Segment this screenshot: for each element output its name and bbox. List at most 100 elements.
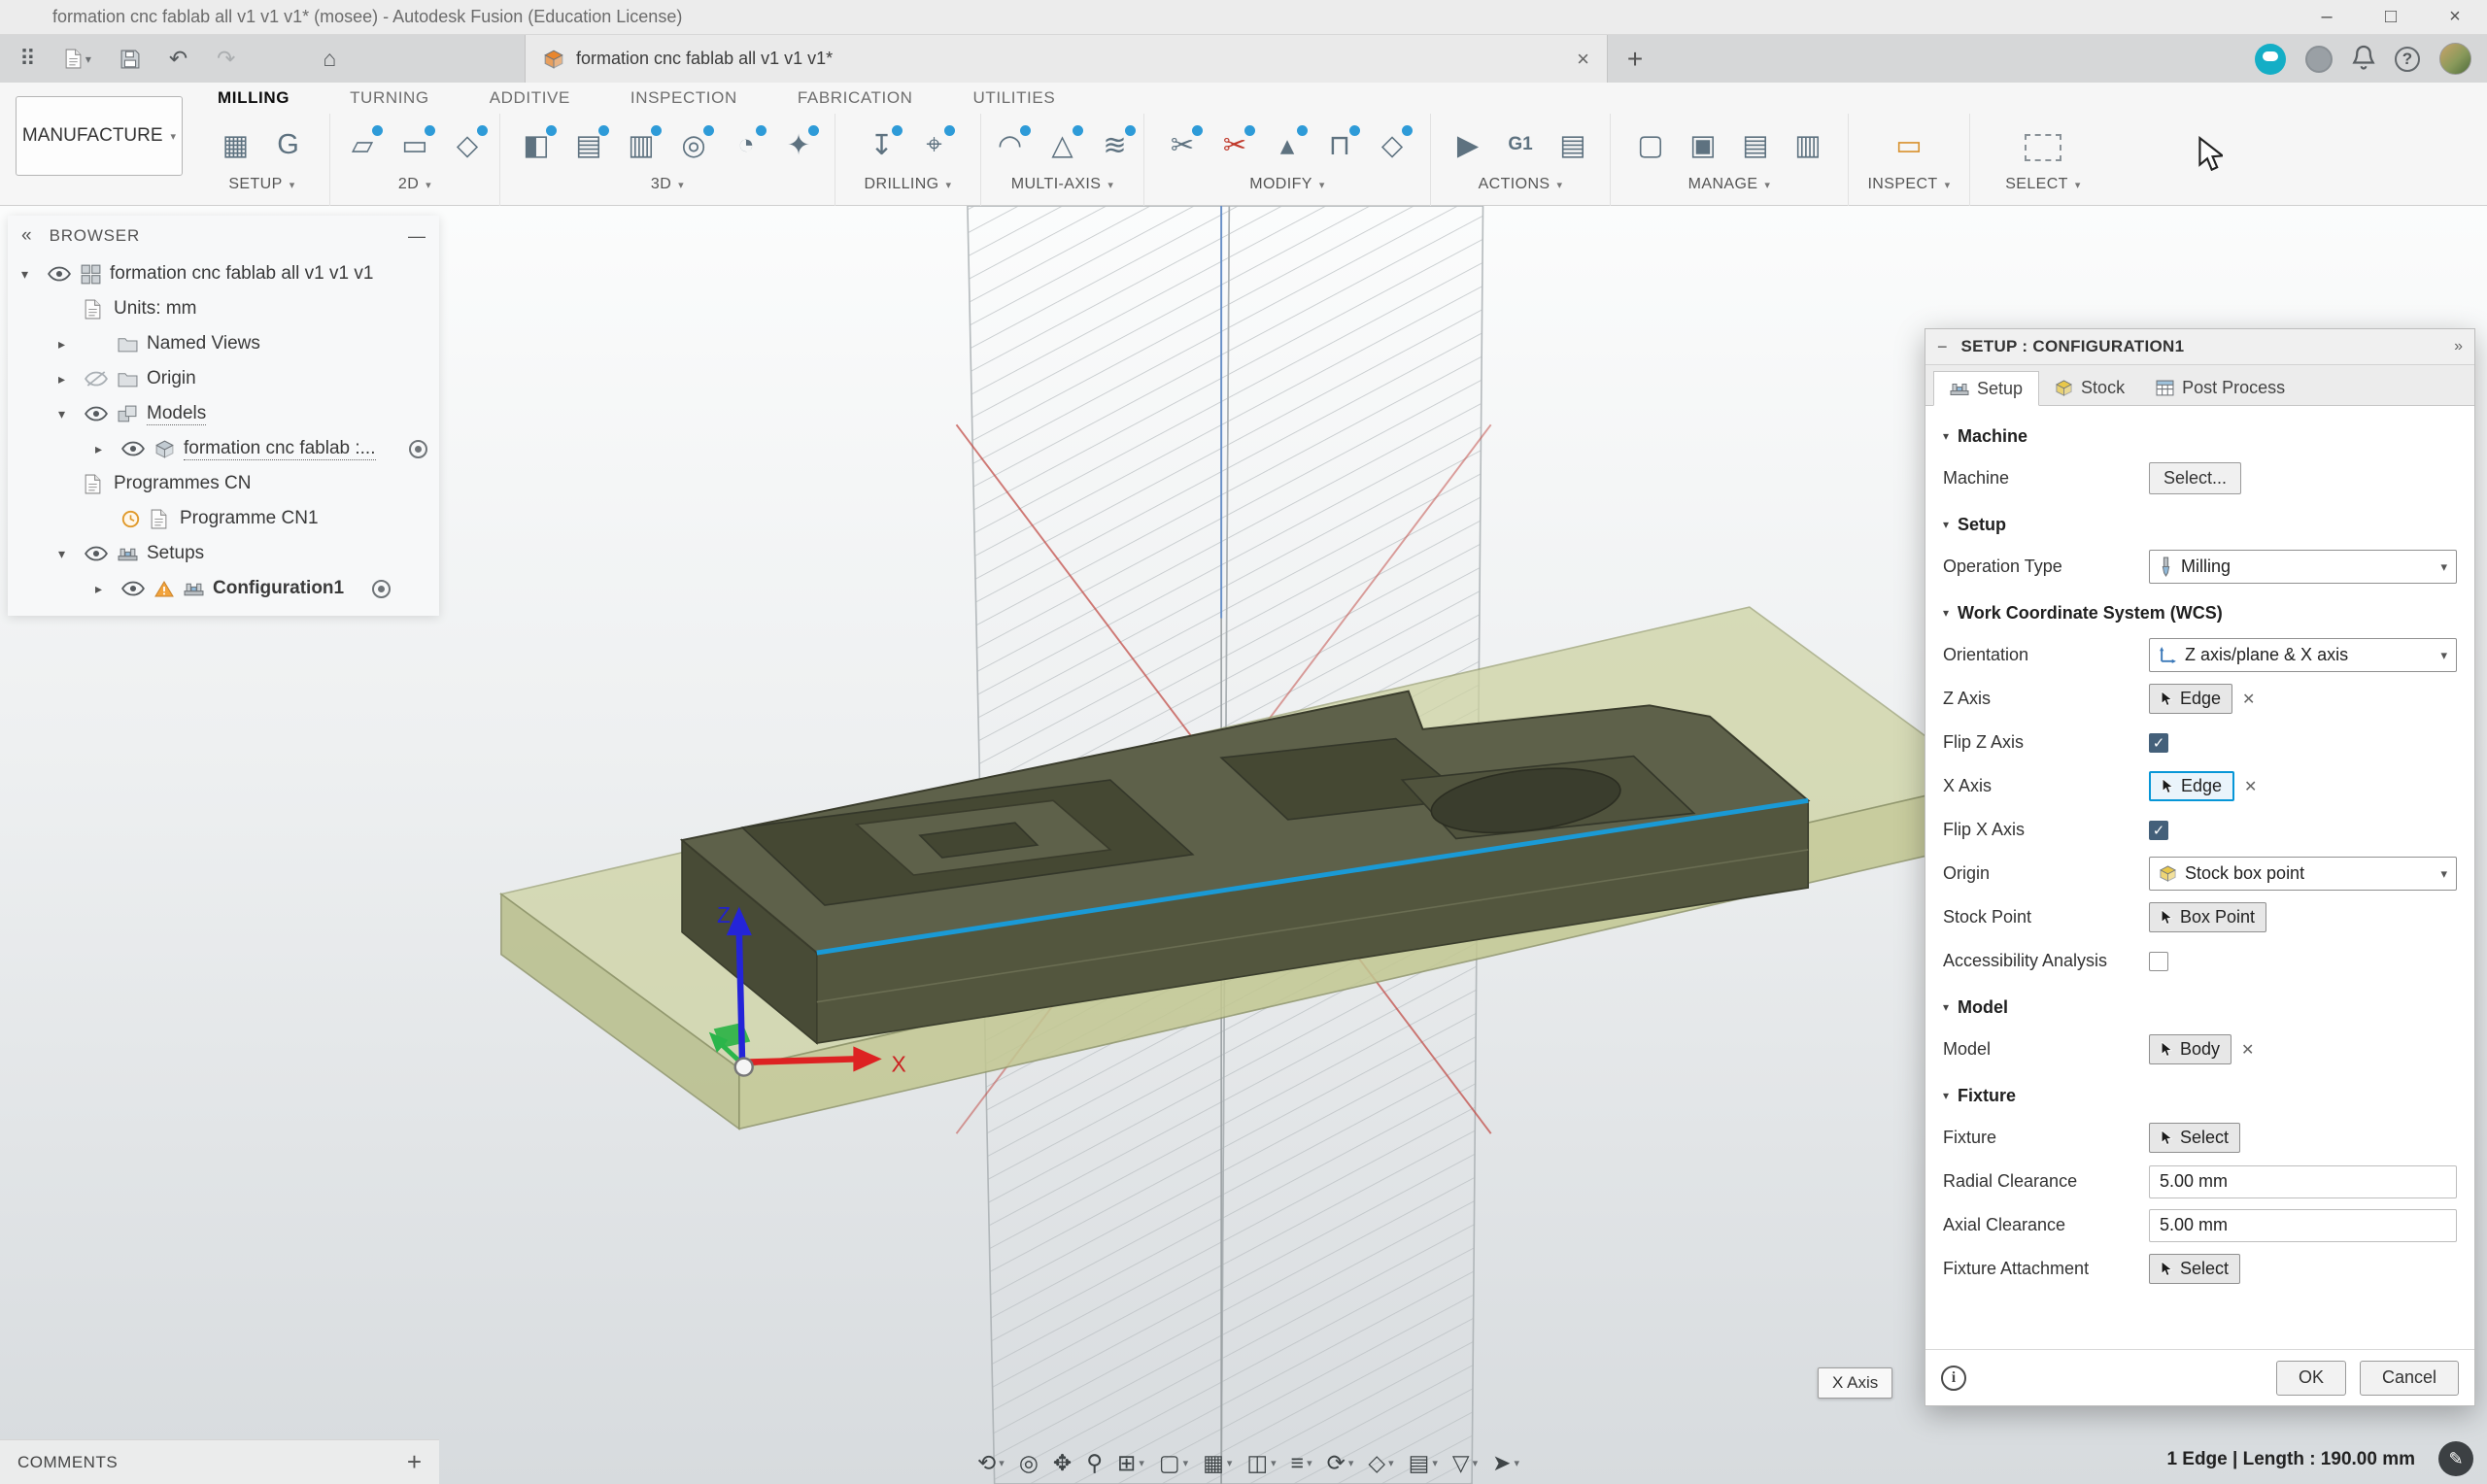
app-grid-icon[interactable]: ⠿ [19,46,36,72]
job-status-icon[interactable] [2305,46,2333,73]
add-comment-icon[interactable]: + [407,1447,422,1477]
zoom-icon[interactable]: ⚲ [1086,1450,1103,1476]
radial-clearance-input[interactable] [2149,1165,2457,1198]
machine-select-button[interactable]: Select... [2149,462,2241,494]
tree-item-root[interactable]: ▾ formation cnc fablab all v1 v1 v1 [8,256,439,291]
close-button[interactable]: × [2423,0,2487,35]
section-header-machine[interactable]: ▾ Machine [1943,416,2457,456]
drill-icon[interactable]: ↧ [860,122,904,167]
tree-item-label[interactable]: formation cnc fablab all v1 v1 v1 [110,263,373,285]
tab-setup[interactable]: Setup [1933,371,2039,406]
2d-contour-icon[interactable]: ◇ [445,122,490,167]
adaptive-clearing-icon[interactable]: ◧ [514,122,559,167]
feedback-icon[interactable]: ✎ [2438,1441,2473,1476]
tree-item-setups[interactable]: ▾ Setups [8,536,439,571]
tree-item-label[interactable]: Programmes CN [114,473,251,494]
morphed-spiral-icon[interactable]: ✦ [776,122,821,167]
ramp-icon[interactable]: ◔ [724,122,768,167]
group-drilling-menu[interactable]: DRILLING▾ [865,176,952,193]
tab-inspection[interactable]: INSPECTION [630,88,737,108]
file-menu-icon[interactable]: ▾ [65,49,91,69]
edit-toolpath-icon[interactable]: ▴ [1265,122,1310,167]
zoom-window-icon[interactable]: ⊞▾ [1117,1450,1144,1476]
tab-milling[interactable]: MILLING [218,88,290,108]
chevron-right-icon[interactable]: ▸ [95,581,121,597]
group-3d-menu[interactable]: 3D▾ [651,176,684,193]
look-at-icon[interactable]: ◎ [1019,1450,1039,1476]
stock-point-chip[interactable]: Box Point [2149,902,2266,932]
origin-dropdown[interactable]: Stock box point ▾ [2149,857,2457,891]
x-axis-edge-chip[interactable]: Edge [2149,771,2234,801]
tree-item-label[interactable]: formation cnc fablab :... [184,438,376,460]
eye-off-icon[interactable] [85,371,118,387]
flip-z-checkbox[interactable]: ✓ [2149,733,2168,753]
measure-icon[interactable]: ▭ [1887,122,1931,167]
selection-tools-icon[interactable]: ➤▾ [1492,1450,1519,1476]
z-axis-edge-chip[interactable]: Edge [2149,684,2232,714]
group-setup-menu[interactable]: SETUP▾ [228,176,294,193]
display-settings-icon[interactable]: ▢▾ [1159,1450,1188,1476]
link-icon[interactable]: ◇ [1370,122,1414,167]
group-select-menu[interactable]: SELECT▾ [2005,176,2081,193]
home-icon[interactable]: ⌂ [323,46,336,72]
machine-library-icon[interactable]: ▢ [1628,122,1673,167]
section-header-wcs[interactable]: ▾ Work Coordinate System (WCS) [1943,592,2457,633]
section-header-model[interactable]: ▾ Model [1943,987,2457,1028]
dialog-header[interactable]: − SETUP : CONFIGURATION1 » [1925,329,2474,365]
orientation-dropdown[interactable]: Z axis/plane & X axis ▾ [2149,638,2457,672]
parallel-icon[interactable]: ▥ [619,122,664,167]
tool-library-icon[interactable]: ▣ [1681,122,1725,167]
tree-item-label[interactable]: Named Views [147,333,260,354]
comments-panel[interactable]: COMMENTS + [0,1439,439,1484]
capture-icon[interactable]: ▤▾ [1409,1450,1438,1476]
group-2d-menu[interactable]: 2D▾ [398,176,431,193]
chevron-down-icon[interactable]: ▾ [58,406,85,422]
collapse-panel-icon[interactable]: « [21,225,32,247]
info-icon[interactable]: i [1941,1366,1966,1391]
fusion-team-icon[interactable] [2255,44,2286,75]
rotary-icon[interactable]: △ [1040,122,1085,167]
bore-icon[interactable]: ⌖ [912,122,957,167]
clear-icon[interactable]: ✕ [2244,777,2257,796]
chevron-right-icon[interactable]: ▸ [58,336,85,353]
eye-icon[interactable] [85,546,118,561]
eye-icon[interactable] [121,441,154,456]
tab-fabrication[interactable]: FABRICATION [798,88,913,108]
undo-icon[interactable]: ↶ [169,46,187,72]
window-selection-icon[interactable] [2025,134,2061,161]
delete-passes-icon[interactable]: ✂ [1212,122,1257,167]
tree-item-model-body[interactable]: ▸ formation cnc fablab :... [8,431,439,466]
trim-icon[interactable]: ✂ [1160,122,1205,167]
tree-item-programmes-cn[interactable]: Programmes CN [8,466,439,501]
pan-icon[interactable]: ✥ [1053,1450,1072,1476]
minimize-button[interactable]: – [2295,0,2359,35]
effects-icon[interactable]: ◇▾ [1368,1450,1393,1476]
group-multi-axis-menu[interactable]: MULTI-AXIS▾ [1011,176,1114,193]
flip-x-checkbox[interactable]: ✓ [2149,821,2168,840]
scallop-icon[interactable]: ◎ [671,122,716,167]
tree-item-label[interactable]: Units: mm [114,298,197,320]
save-icon[interactable] [120,50,140,69]
new-tab-button[interactable]: + [1608,35,1662,83]
layout-icon[interactable]: ≡▾ [1291,1450,1312,1476]
clear-icon[interactable]: ✕ [2242,690,2255,709]
user-avatar[interactable] [2439,43,2471,75]
fixture-attachment-chip[interactable]: Select [2149,1254,2240,1284]
help-icon[interactable]: ? [2395,47,2420,72]
chevron-right-icon[interactable]: ▸ [95,441,121,457]
filter-icon[interactable]: ▽▾ [1452,1450,1478,1476]
close-tab-icon[interactable]: × [1577,47,1589,72]
maximize-button[interactable]: □ [2359,0,2423,35]
new-setup-icon[interactable]: ▦ [214,122,258,167]
refresh-icon[interactable]: ⟳▾ [1327,1450,1354,1476]
tree-item-named-views[interactable]: ▸ Named Views [8,326,439,361]
tree-item-programme-cn1[interactable]: Programme CN1 [8,501,439,536]
notifications-bell-icon[interactable] [2352,44,2375,75]
workspace-selector[interactable]: MANUFACTURE ▾ [16,96,183,176]
viewports-icon[interactable]: ◫▾ [1246,1450,1276,1476]
ok-button[interactable]: OK [2276,1361,2346,1396]
tree-item-units[interactable]: Units: mm [8,291,439,326]
group-inspect-menu[interactable]: INSPECT▾ [1867,176,1950,193]
tree-item-label[interactable]: Configuration1 [213,578,344,599]
minimize-panel-icon[interactable]: — [408,226,426,247]
